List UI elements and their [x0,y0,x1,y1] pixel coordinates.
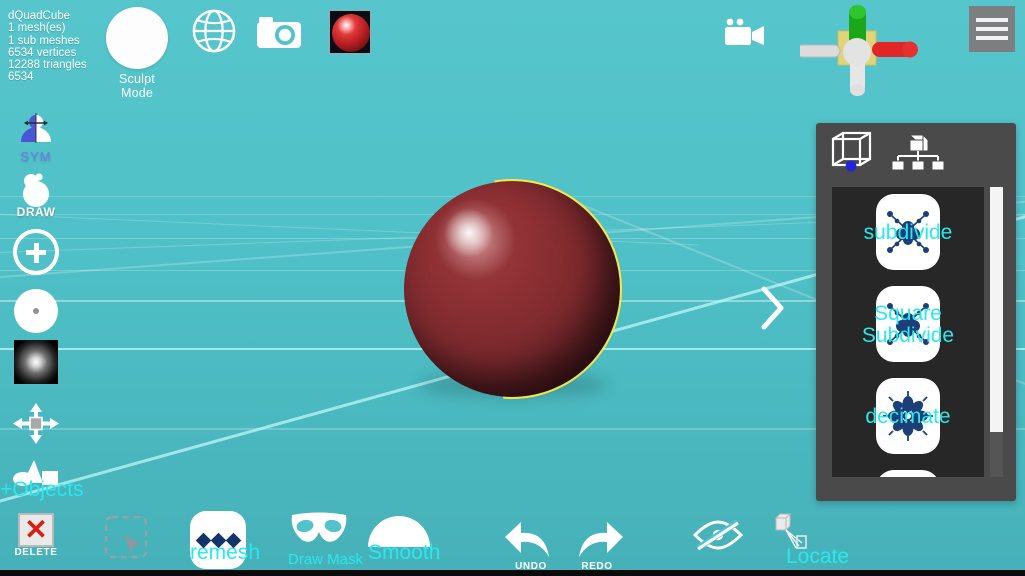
sculpt-mode-label: Sculpt Mode [119,72,155,100]
smooth-button[interactable]: Smooth [368,516,441,565]
list-item[interactable]: decimate [832,371,984,463]
stats-meshes: 1 mesh(es) [8,22,66,35]
draw-brush-icon [10,172,62,208]
remesh-button[interactable]: remesh [190,511,260,569]
menu-bar-3 [976,36,1008,40]
axis-gizmo[interactable] [795,4,920,102]
decimate-icon [876,378,940,454]
filled-circle-icon [106,7,168,69]
list-item[interactable]: subdivide [832,187,984,279]
delete-button[interactable]: ✕ DELETE [8,513,64,558]
locate-button[interactable]: Locate [766,512,850,569]
tool-list[interactable]: subdivide Square Subdivide decimate [832,187,984,477]
stats-object-name: dQuadCube [8,10,71,22]
scrollbar-thumb[interactable] [990,187,1003,432]
stats-triangles: 12288 triangles [8,59,87,72]
list-item[interactable]: Square Subdivide [832,279,984,371]
scene-hierarchy-icon[interactable] [890,132,946,177]
sculpt-mode-button[interactable]: Sculpt Mode [106,7,168,100]
tool-panel[interactable]: subdivide Square Subdivide decimate [816,123,1016,501]
sidebar-item-symmetry[interactable]: SYM [10,112,62,164]
stats-vertices: 6534 vertices [8,46,77,59]
delete-label: DELETE [14,547,58,558]
mask-icon [288,512,350,551]
stats-sub-meshes: 1 sub meshes [8,34,80,47]
smooth-wave-icon [876,470,940,477]
panel-header [816,123,1016,185]
locate-label: Locate [786,545,850,568]
hamburger-menu-icon[interactable] [969,6,1015,52]
box-select-cursor-icon [101,514,157,569]
redo-button[interactable]: REDO [568,520,626,572]
sidebar-item-brush-radius[interactable] [10,289,62,333]
transform-gizmo-icon [10,400,62,446]
objects-label[interactable]: +Objects [0,478,83,502]
menu-bar-2 [976,27,1008,31]
chevron-right-icon[interactable] [760,285,786,331]
box-select-button[interactable] [101,514,157,569]
symmetry-icon [10,112,62,152]
bottom-toolbar: ✕ DELETE remesh Draw Mask Smooth UNDO RE… [0,504,1025,572]
sidebar-item-transform[interactable] [10,400,62,446]
material-preview [332,14,370,52]
stats-extra: 6534 [8,71,34,84]
hide-eye-icon [692,518,744,557]
globe-icon[interactable] [191,8,237,59]
undo-arrow-icon [502,520,560,565]
sidebar-item-label: DRAW [16,205,56,219]
draw-mask-label: Draw Mask [288,551,364,568]
alpha-texture-icon [14,340,58,384]
wireframe-cube-icon[interactable] [828,129,876,178]
sidebar-item-add[interactable] [10,229,62,275]
mesh-stats: dQuadCube 1 mesh(es) 1 sub meshes 6534 v… [8,10,87,84]
subdivide-icon [876,194,940,270]
bottom-edge-bar [0,570,1025,576]
camera-icon[interactable] [256,16,302,54]
plus-circle-icon [13,229,59,275]
delete-x-icon: ✕ [18,513,54,547]
brush-radius-icon [14,289,58,333]
undo-button[interactable]: UNDO [502,520,560,572]
list-item[interactable]: smooth [832,463,984,477]
hide-button[interactable] [692,518,744,557]
draw-mask-button[interactable]: Draw Mask [288,512,364,568]
red-sphere-material-swatch[interactable] [329,10,371,54]
menu-bar-1 [976,18,1008,22]
smooth-label: Smooth [368,541,441,564]
redo-arrow-icon [568,520,626,565]
square-subdivide-icon [876,286,940,362]
sidebar-item-draw[interactable]: DRAW [10,172,62,219]
video-camera-icon[interactable] [724,18,768,53]
sidebar-item-alpha-texture[interactable] [10,340,62,384]
